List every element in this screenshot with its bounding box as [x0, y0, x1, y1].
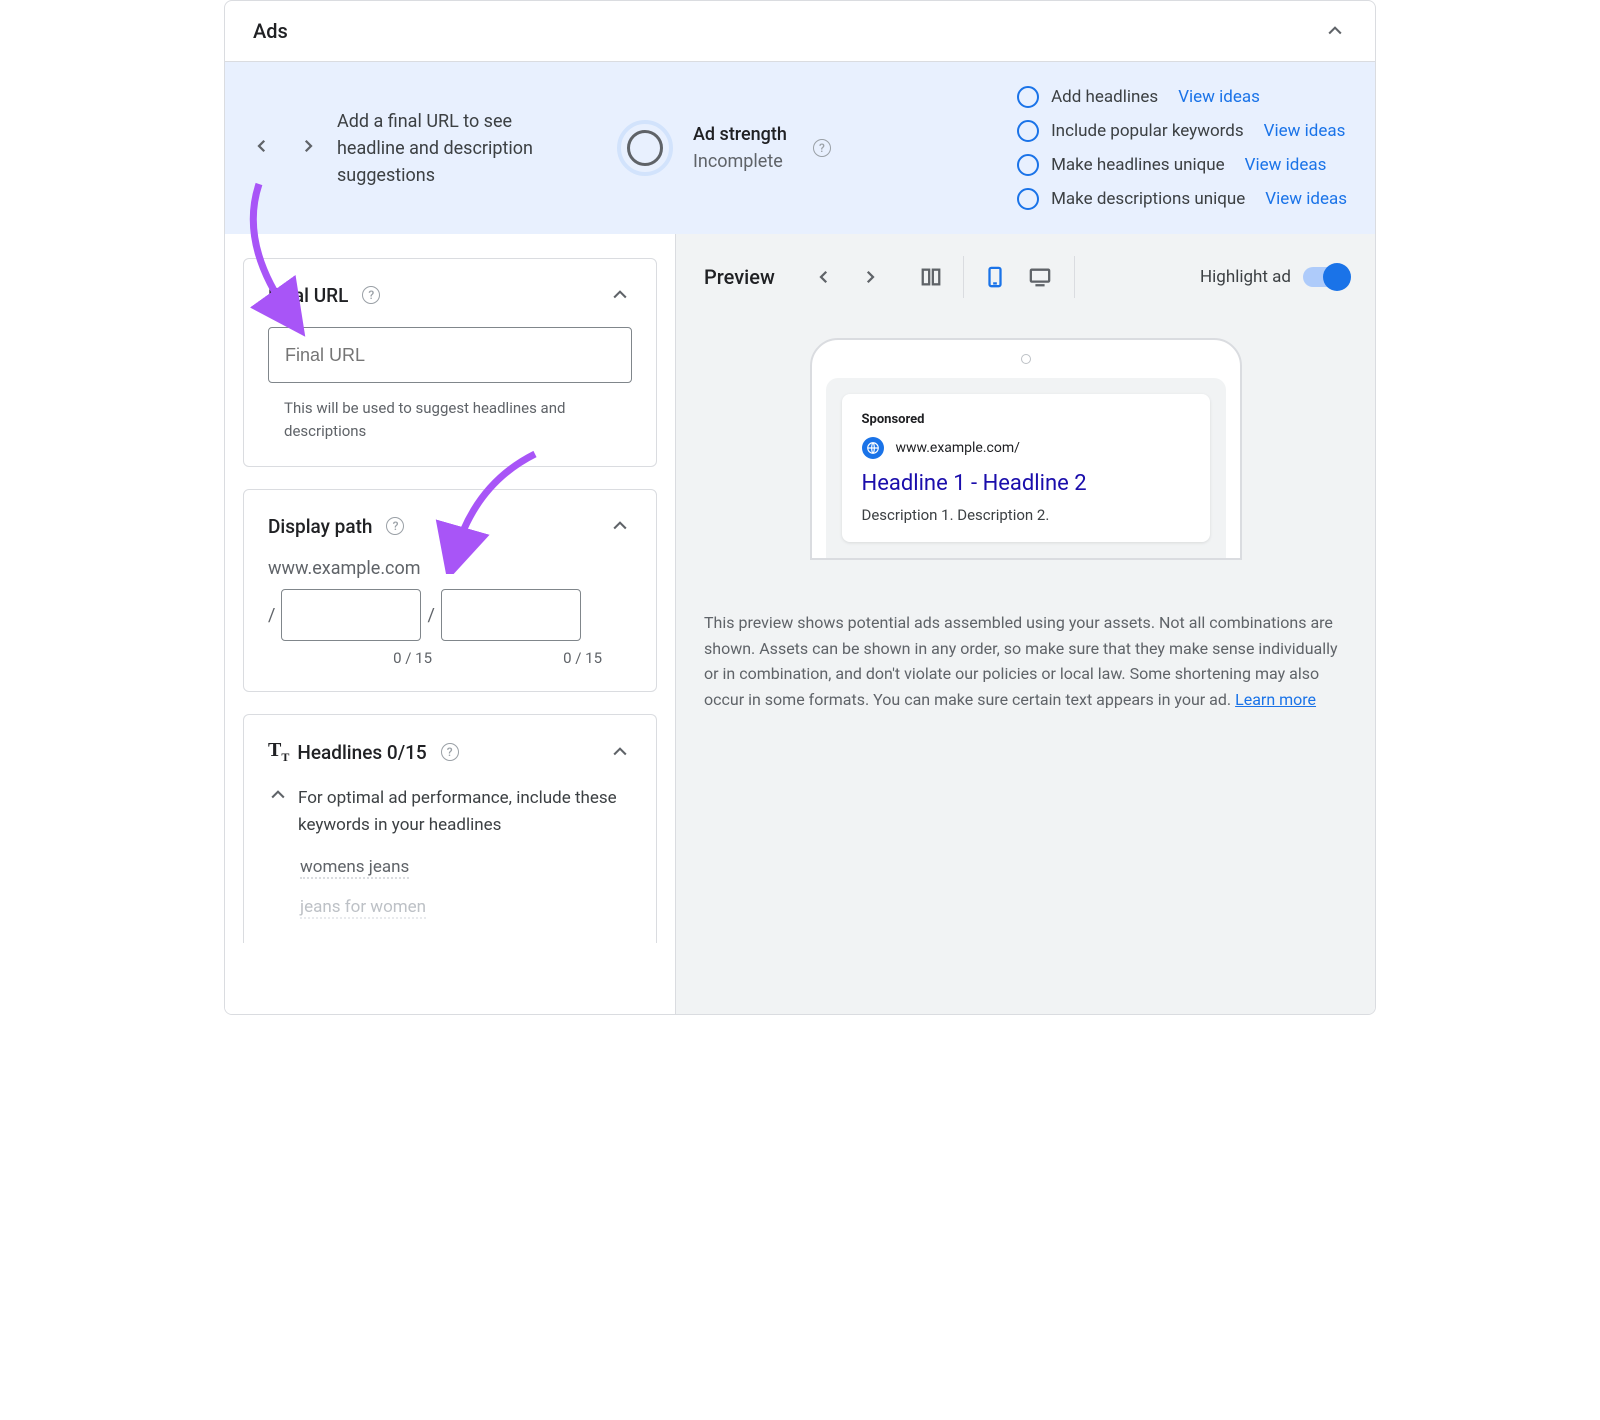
- view-ideas-link[interactable]: View ideas: [1245, 155, 1327, 175]
- mobile-icon[interactable]: [984, 263, 1006, 291]
- ad-headline: Headline 1 - Headline 2: [862, 471, 1190, 496]
- text-icon: TT: [268, 739, 289, 765]
- ad-preview-card: Sponsored www.example.com/ Headline 1 - …: [842, 394, 1210, 542]
- ad-strength-gauge: [617, 120, 673, 176]
- path2-counter: 0 / 15: [456, 649, 602, 667]
- checklist-item: Make headlines unique View ideas: [1017, 154, 1347, 176]
- final-url-title: Final URL: [268, 284, 348, 307]
- banner-prev-button[interactable]: [253, 137, 271, 159]
- final-url-helper: This will be used to suggest headlines a…: [268, 397, 632, 442]
- preview-prev-button[interactable]: [815, 268, 833, 286]
- globe-icon: [862, 437, 884, 459]
- headlines-hint: For optimal ad performance, include thes…: [298, 785, 632, 839]
- final-url-input[interactable]: [268, 327, 632, 383]
- sponsored-label: Sponsored: [862, 412, 1190, 427]
- checklist-item: Include popular keywords View ideas: [1017, 120, 1347, 142]
- ad-strength-banner: Add a final URL to see headline and desc…: [225, 62, 1375, 234]
- highlight-toggle[interactable]: [1303, 267, 1347, 287]
- help-icon[interactable]: ?: [441, 743, 459, 761]
- collapse-button[interactable]: [1323, 19, 1347, 43]
- view-ideas-link[interactable]: View ideas: [1264, 121, 1346, 141]
- headlines-card: TT Headlines 0/15 ? For optimal ad perfo…: [243, 714, 657, 943]
- radio-icon: [1017, 86, 1039, 108]
- display-path-title: Display path: [268, 515, 372, 538]
- banner-hint: Add a final URL to see headline and desc…: [337, 108, 577, 189]
- collapse-button[interactable]: [608, 514, 632, 538]
- preview-title: Preview: [704, 265, 775, 289]
- ad-strength-text: Ad strength Incomplete: [693, 121, 787, 175]
- help-icon[interactable]: ?: [386, 517, 404, 535]
- view-ideas-link[interactable]: View ideas: [1178, 87, 1260, 107]
- checklist-label: Make descriptions unique: [1051, 189, 1245, 209]
- chevron-up-icon[interactable]: [268, 785, 288, 839]
- collapse-button[interactable]: [608, 283, 632, 307]
- checklist-label: Include popular keywords: [1051, 121, 1244, 141]
- panel-title: Ads: [253, 19, 288, 43]
- keyword-suggestion[interactable]: jeans for women: [300, 897, 426, 919]
- help-icon[interactable]: ?: [362, 286, 380, 304]
- panel-header: Ads: [225, 1, 1375, 62]
- checklist-item: Make descriptions unique View ideas: [1017, 188, 1347, 210]
- headlines-hint-row: For optimal ad performance, include thes…: [268, 785, 632, 839]
- display-domain: www.example.com: [268, 558, 632, 579]
- preview-note: This preview shows potential ads assembl…: [704, 610, 1347, 712]
- ad-description: Description 1. Description 2.: [862, 506, 1190, 524]
- display-path-card: Display path ? www.example.com / /: [243, 489, 657, 692]
- ad-url: www.example.com/: [896, 440, 1020, 456]
- headlines-title: Headlines 0/15: [297, 741, 426, 764]
- checklist-label: Make headlines unique: [1051, 155, 1225, 175]
- path1-counter: 0 / 15: [286, 649, 432, 667]
- ad-strength-status: Incomplete: [693, 148, 787, 175]
- collapse-button[interactable]: [608, 740, 632, 764]
- radio-icon: [1017, 154, 1039, 176]
- banner-next-button[interactable]: [299, 137, 317, 159]
- radio-icon: [1017, 188, 1039, 210]
- path-slash: /: [268, 605, 275, 626]
- phone-mockup: Sponsored www.example.com/ Headline 1 - …: [810, 338, 1242, 560]
- learn-more-link[interactable]: Learn more: [1235, 690, 1316, 709]
- ad-strength-label: Ad strength: [693, 121, 787, 148]
- preview-column: Preview: [675, 234, 1375, 1014]
- preview-next-button[interactable]: [861, 268, 879, 286]
- keyword-suggestion[interactable]: womens jeans: [300, 857, 409, 879]
- highlight-label: Highlight ad: [1200, 267, 1291, 287]
- columns-icon[interactable]: [919, 266, 943, 288]
- checklist-item: Add headlines View ideas: [1017, 86, 1347, 108]
- path-slash: /: [427, 605, 434, 626]
- left-column: Final URL ? This will be used to suggest…: [225, 234, 675, 1014]
- radio-icon: [1017, 120, 1039, 142]
- checklist-label: Add headlines: [1051, 87, 1158, 107]
- help-icon[interactable]: ?: [813, 139, 831, 157]
- path2-input[interactable]: [441, 589, 581, 641]
- path1-input[interactable]: [281, 589, 421, 641]
- final-url-card: Final URL ? This will be used to suggest…: [243, 258, 657, 467]
- view-ideas-link[interactable]: View ideas: [1265, 189, 1347, 209]
- strength-checklist: Add headlines View ideas Include popular…: [1017, 86, 1347, 210]
- desktop-icon[interactable]: [1026, 266, 1054, 288]
